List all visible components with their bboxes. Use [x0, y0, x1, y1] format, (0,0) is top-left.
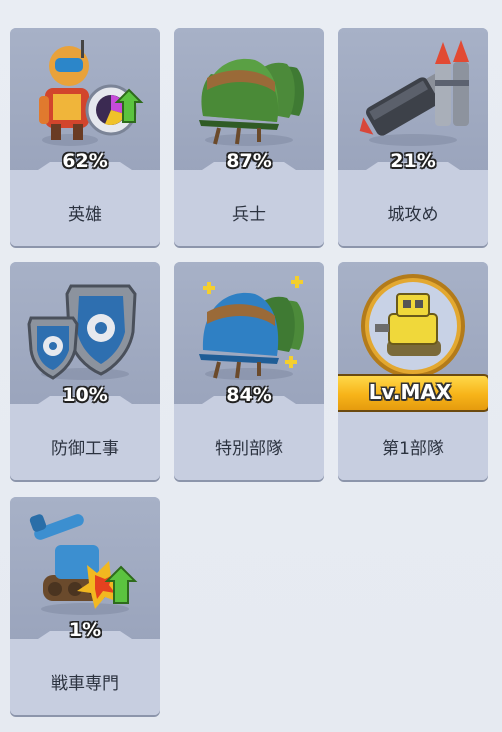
category-label: 戦車専門 — [51, 674, 119, 694]
category-card-first-unit[interactable]: Lv.MAX 第1部隊 — [338, 262, 488, 480]
rockets-icon — [359, 40, 469, 146]
category-label: 英雄 — [68, 205, 102, 225]
category-card-tank[interactable]: 1% 戦車専門 — [10, 497, 160, 715]
category-card-soldier[interactable]: 87% 兵士 — [174, 28, 324, 246]
category-label: 防御工事 — [51, 439, 119, 459]
shields-icon — [27, 284, 137, 380]
category-label: 特別部隊 — [215, 439, 283, 459]
progress-percent: 62% — [62, 150, 108, 172]
research-category-grid: 62% 英雄 87% 兵士 21% 城攻め 10% 防御工事 84% 特別部隊 … — [0, 0, 502, 732]
tank-upgrade-icon — [29, 514, 138, 615]
category-card-hero[interactable]: 62% 英雄 — [10, 28, 160, 246]
category-label: 城攻め — [387, 205, 439, 225]
category-label: 兵士 — [232, 205, 266, 225]
progress-percent: 87% — [226, 150, 272, 172]
progress-percent: 21% — [390, 150, 436, 172]
category-label: 第1部隊 — [382, 439, 444, 459]
helmets-icon — [199, 58, 304, 146]
hero-icon — [39, 40, 144, 146]
category-card-siege[interactable]: 21% 城攻め — [338, 28, 488, 246]
special-helmets-icon — [199, 276, 304, 380]
progress-percent: 84% — [226, 384, 272, 406]
category-card-special[interactable]: 84% 特別部隊 — [174, 262, 324, 480]
category-card-defense[interactable]: 10% 防御工事 — [10, 262, 160, 480]
max-level-badge: Lv.MAX — [338, 374, 488, 412]
robot-tank-icon — [361, 274, 465, 378]
progress-percent: 10% — [62, 384, 108, 406]
progress-percent: 1% — [68, 619, 102, 641]
